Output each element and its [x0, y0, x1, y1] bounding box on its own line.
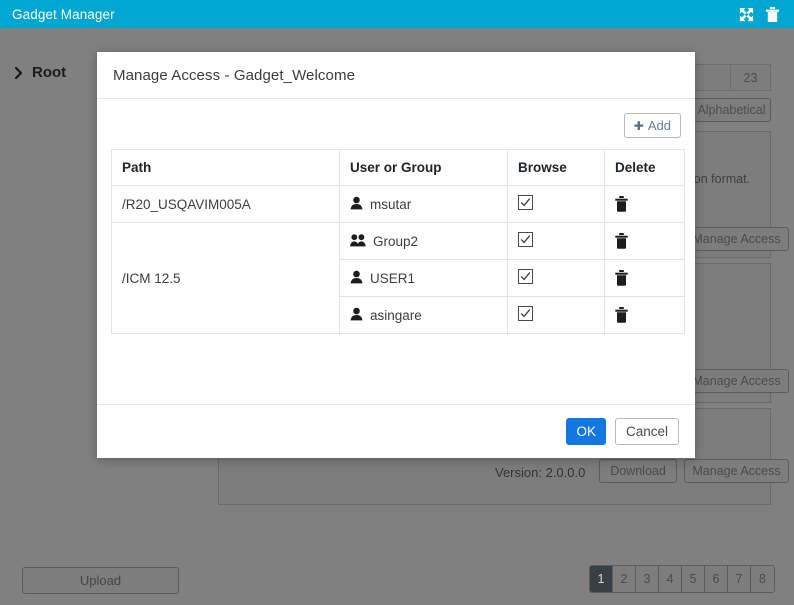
titlebar-actions	[739, 6, 781, 22]
group-icon	[350, 233, 366, 250]
ok-button[interactable]: OK	[566, 417, 606, 445]
page-button-6[interactable]: 6	[705, 566, 728, 592]
gadget-description: ion format.	[691, 172, 751, 186]
cell-delete	[604, 185, 685, 223]
window-titlebar: Gadget Manager	[0, 0, 794, 28]
column-header-browse: Browse	[507, 149, 605, 186]
page-button-1[interactable]: 1	[590, 566, 613, 592]
plus-icon: ✚	[633, 118, 644, 133]
principal-name: USER1	[370, 270, 416, 286]
dialog-footer: OK Cancel	[97, 404, 695, 457]
filter-result-count: 23	[730, 65, 770, 90]
expand-arrows-icon[interactable]	[739, 7, 754, 22]
table-body: /R20_USQAVIM005A msutar /ICM 12.5 Group2…	[111, 185, 685, 334]
browse-checkbox[interactable]	[518, 306, 533, 321]
sort-alphabetical-button[interactable]: Alphabetical	[692, 98, 771, 122]
gadget-version: Version: 2.0.0.0	[495, 465, 586, 480]
page-button-2[interactable]: 2	[613, 566, 636, 592]
cell-browse	[507, 296, 605, 334]
manage-access-dialog: Manage Access - Gadget_Welcome ✚ Add Pat…	[97, 52, 695, 458]
user-icon	[350, 270, 363, 287]
delete-row-button[interactable]	[615, 270, 628, 286]
column-header-delete: Delete	[604, 149, 685, 186]
cell-browse	[507, 185, 605, 223]
manage-access-button[interactable]: Manage Access	[684, 227, 789, 251]
pagination: 1 2 3 4 5 6 7 8	[589, 565, 775, 593]
cell-principal: Group2	[339, 222, 508, 260]
cell-principal: msutar	[339, 185, 508, 223]
table-row: /ICM 12.5 Group2	[111, 222, 685, 334]
cell-delete	[604, 296, 685, 334]
access-table: Path User or Group Browse Delete /R20_US…	[111, 149, 685, 334]
window-title: Gadget Manager	[12, 6, 115, 22]
table-header-row: Path User or Group Browse Delete	[111, 149, 685, 186]
manage-access-button[interactable]: Manage Access	[684, 369, 789, 393]
chevron-right-icon[interactable]	[14, 66, 24, 80]
browse-checkbox[interactable]	[518, 269, 533, 284]
upload-button[interactable]: Upload	[22, 567, 179, 594]
dialog-body: ✚ Add Path User or Group Browse Delete /…	[97, 99, 695, 404]
delete-row-button[interactable]	[615, 233, 628, 249]
page-button-5[interactable]: 5	[682, 566, 705, 592]
cell-principal: asingare	[339, 296, 508, 334]
page-button-8[interactable]: 8	[751, 566, 774, 592]
delete-row-button[interactable]	[615, 307, 628, 323]
cell-browse	[507, 259, 605, 297]
page-button-4[interactable]: 4	[659, 566, 682, 592]
column-header-user-or-group: User or Group	[339, 149, 508, 186]
principal-name: msutar	[370, 196, 412, 212]
cell-browse	[507, 222, 605, 260]
delete-row-button[interactable]	[615, 196, 628, 212]
cell-path: /R20_USQAVIM005A	[111, 185, 340, 223]
add-button-label: Add	[647, 118, 671, 133]
tree-root-item[interactable]: Root	[14, 64, 66, 81]
page-button-3[interactable]: 3	[636, 566, 659, 592]
browse-checkbox[interactable]	[518, 195, 533, 210]
user-icon	[350, 307, 363, 324]
cell-delete	[604, 222, 685, 260]
user-icon	[350, 196, 363, 213]
dialog-title: Manage Access - Gadget_Welcome	[113, 66, 356, 84]
table-head: Path User or Group Browse Delete	[111, 149, 685, 186]
app-root: Gadget Manager Root Filter 23 Alphabetic…	[0, 0, 794, 605]
dialog-header: Manage Access - Gadget_Welcome	[97, 52, 695, 99]
cell-path: /ICM 12.5	[111, 222, 340, 334]
principal-name: asingare	[370, 307, 422, 323]
manage-access-button[interactable]: Manage Access	[684, 459, 789, 483]
column-header-path: Path	[111, 149, 340, 186]
download-button[interactable]: Download	[599, 459, 677, 483]
trash-icon[interactable]	[766, 6, 781, 22]
cell-delete	[604, 259, 685, 297]
add-button[interactable]: ✚ Add	[623, 113, 681, 138]
principal-name: Group2	[373, 233, 419, 249]
tree-root-label: Root	[32, 64, 67, 81]
cancel-button[interactable]: Cancel	[614, 417, 679, 445]
add-button-row: ✚ Add	[111, 113, 681, 138]
cell-principal: USER1	[339, 259, 508, 297]
table-row: /R20_USQAVIM005A msutar	[111, 185, 685, 223]
browse-checkbox[interactable]	[518, 232, 533, 247]
page-button-7[interactable]: 7	[728, 566, 751, 592]
